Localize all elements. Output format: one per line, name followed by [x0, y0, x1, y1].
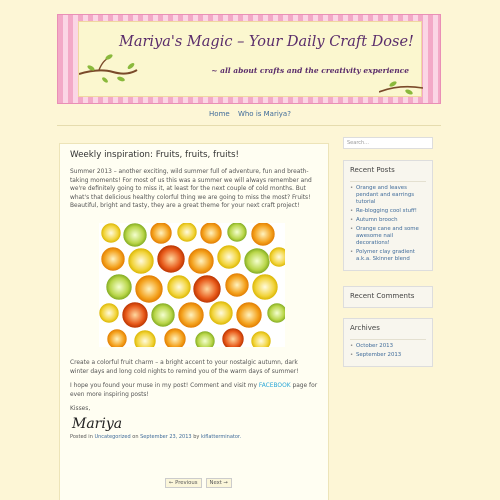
fruit-slices-image	[99, 222, 285, 347]
recent-post-item[interactable]: Polymer clay gradient a.k.a. Skinner ble…	[350, 249, 426, 263]
post-paragraph-2: Create a colorful fruit charm – a bright…	[70, 359, 299, 375]
recent-post-item[interactable]: Autumn brooch	[350, 217, 426, 224]
post-paragraph-1: Summer 2013 – another exciting, wild sum…	[70, 169, 312, 210]
post-meta: Posted in Uncategorized on September 23,…	[70, 433, 318, 442]
recent-comments-title: Recent Comments	[350, 292, 415, 300]
main-navigation: Home Who is Mariya?	[0, 110, 500, 118]
search-input[interactable]: Search...	[343, 137, 433, 149]
recent-post-item[interactable]: Re-blogging cool stuff!	[350, 208, 426, 215]
author-link[interactable]: kiflatterminator.	[201, 434, 241, 440]
signature: Mariya	[72, 415, 123, 432]
nav-item-home[interactable]: Home	[209, 110, 230, 118]
post-content: Weekly inspiration: Fruits, fruits, frui…	[59, 143, 329, 500]
archive-item[interactable]: October 2013	[350, 343, 426, 350]
nav-item-who-is-mariya[interactable]: Who is Mariya?	[238, 110, 291, 118]
post-title[interactable]: Weekly inspiration: Fruits, fruits, frui…	[70, 150, 318, 160]
archives-list: October 2013 September 2013	[350, 339, 426, 359]
post-paragraph-3: I hope you found your muse in my post! C…	[70, 382, 318, 399]
archives-widget: Archives October 2013 September 2013	[343, 318, 433, 367]
post-pager: ← Previous Next →	[165, 478, 232, 488]
facebook-link[interactable]: FACEBOOK	[259, 383, 291, 389]
banner-panel: Mariya's Magic – Your Daily Craft Dose! …	[78, 21, 423, 97]
recent-comments-widget: Recent Comments	[343, 286, 433, 308]
category-link[interactable]: Uncategorized	[94, 434, 130, 440]
post-closing: Kisses,	[70, 406, 91, 413]
previous-button[interactable]: ← Previous	[165, 478, 202, 488]
archives-title: Archives	[350, 324, 380, 332]
next-button[interactable]: Next →	[205, 478, 232, 488]
site-tagline: ~ all about crafts and the creativity ex…	[211, 66, 409, 75]
date-link[interactable]: September 23, 2013	[140, 434, 192, 440]
recent-post-item[interactable]: Orange and leaves pendant and earrings t…	[350, 185, 426, 206]
meta-by: by	[193, 433, 200, 440]
post-body: Summer 2013 – another exciting, wild sum…	[70, 168, 318, 441]
meta-posted-in: Posted in	[70, 433, 93, 440]
paragraph-3-text: I hope you found your muse in my post! C…	[70, 383, 259, 390]
recent-post-item[interactable]: Orange cane and some awesome nail decora…	[350, 226, 426, 247]
site-header-banner[interactable]: Mariya's Magic – Your Daily Craft Dose! …	[57, 14, 441, 104]
recent-posts-title: Recent Posts	[350, 166, 395, 174]
site-title: Mariya's Magic – Your Daily Craft Dose!	[119, 34, 414, 50]
nav-divider	[57, 125, 441, 126]
archive-item[interactable]: September 2013	[350, 352, 426, 359]
recent-posts-list: Orange and leaves pendant and earrings t…	[350, 181, 426, 263]
recent-posts-widget: Recent Posts Orange and leaves pendant a…	[343, 160, 433, 271]
meta-on: on	[132, 433, 139, 440]
